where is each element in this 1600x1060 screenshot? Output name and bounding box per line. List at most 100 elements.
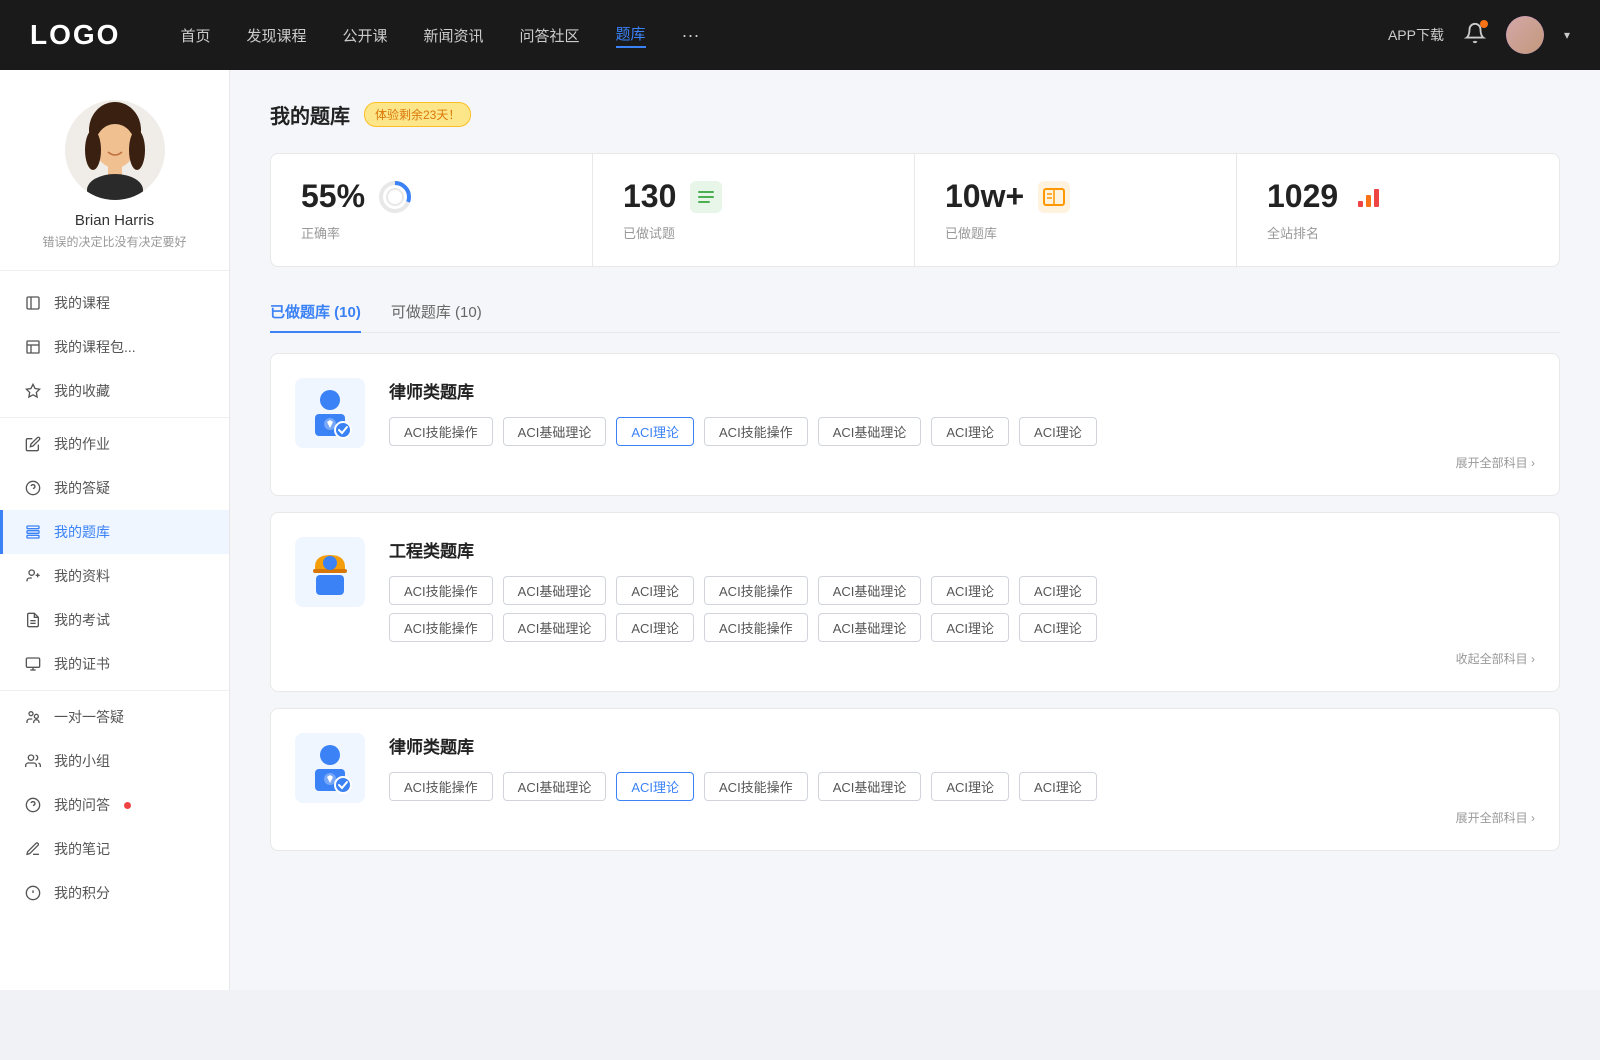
stat-value-banks: 10w+: [945, 178, 1024, 215]
tag-0-3[interactable]: ACI技能操作: [704, 417, 808, 446]
tag-1-r1-5[interactable]: ACI理论: [931, 576, 1009, 605]
tag-1-r1-1[interactable]: ACI基础理论: [503, 576, 607, 605]
tab-done[interactable]: 已做题库 (10): [270, 291, 361, 332]
sidebar-label: 我的考试: [54, 610, 110, 630]
page-header: 我的题库 体验剩余23天！: [270, 100, 1560, 129]
tag-0-6[interactable]: ACI理论: [1019, 417, 1097, 446]
expand-btn-0[interactable]: 展开全部科目 ›: [389, 454, 1535, 471]
stat-value-accuracy: 55%: [301, 178, 365, 215]
avatar[interactable]: [1506, 16, 1544, 54]
sidebar-item-notes[interactable]: 我的笔记: [0, 827, 229, 871]
page-title: 我的题库: [270, 100, 350, 129]
profile-name: Brian Harris: [75, 212, 154, 229]
notification-dot: [1480, 20, 1488, 28]
qbank-icon-lawyer-0: [295, 378, 365, 448]
notification-bell[interactable]: [1464, 22, 1486, 49]
tag-2-3[interactable]: ACI技能操作: [704, 772, 808, 801]
tag-1-r1-0[interactable]: ACI技能操作: [389, 576, 493, 605]
qbank-card-0: 律师类题库 ACI技能操作 ACI基础理论 ACI理论 ACI技能操作 ACI基…: [270, 353, 1560, 496]
tag-1-r2-6[interactable]: ACI理论: [1019, 613, 1097, 642]
sidebar-item-qbank[interactable]: 我的题库: [0, 510, 229, 554]
sidebar-label: 我的作业: [54, 434, 110, 454]
sidebar-item-my-qa[interactable]: 我的问答: [0, 783, 229, 827]
nav-opencourse[interactable]: 公开课: [342, 25, 387, 46]
collapse-btn-1[interactable]: 收起全部科目 ›: [389, 650, 1535, 667]
qbank-tags-row2-1: ACI技能操作 ACI基础理论 ACI理论 ACI技能操作 ACI基础理论 AC…: [389, 613, 1535, 642]
tag-2-4[interactable]: ACI基础理论: [818, 772, 922, 801]
tag-1-r2-0[interactable]: ACI技能操作: [389, 613, 493, 642]
profile-chevron-icon[interactable]: ▾: [1564, 28, 1570, 42]
sidebar-label: 我的题库: [54, 522, 110, 542]
sidebar-item-course-pack[interactable]: 我的课程包...: [0, 325, 229, 369]
nav-qa[interactable]: 问答社区: [520, 25, 580, 46]
qa-notification-dot: [124, 802, 131, 809]
tag-2-2[interactable]: ACI理论: [616, 772, 694, 801]
nav-news[interactable]: 新闻资讯: [424, 25, 484, 46]
nav-more[interactable]: ···: [682, 25, 700, 46]
sidebar-label: 我的资料: [54, 566, 110, 586]
tag-2-1[interactable]: ACI基础理论: [503, 772, 607, 801]
book-icon: [1036, 179, 1072, 215]
tag-1-r1-6[interactable]: ACI理论: [1019, 576, 1097, 605]
expand-btn-2[interactable]: 展开全部科目 ›: [389, 809, 1535, 826]
tab-available[interactable]: 可做题库 (10): [391, 291, 482, 332]
stats-row: 55% 正确率 130: [270, 153, 1560, 267]
stat-value-ranking: 1029: [1267, 178, 1338, 215]
stat-value-questions: 130: [623, 178, 676, 215]
nav-home[interactable]: 首页: [180, 25, 210, 46]
tag-2-0[interactable]: ACI技能操作: [389, 772, 493, 801]
avatar-svg: [65, 100, 165, 200]
bar-chart-icon: [1350, 179, 1386, 215]
sidebar-item-group[interactable]: 我的小组: [0, 739, 229, 783]
certificate-icon: [24, 655, 42, 673]
sidebar-divider-1: [0, 417, 229, 418]
qbank-tags-row1-1: ACI技能操作 ACI基础理论 ACI理论 ACI技能操作 ACI基础理论 AC…: [389, 576, 1535, 605]
sidebar-label: 我的课程包...: [54, 337, 136, 357]
tag-1-r2-1[interactable]: ACI基础理论: [503, 613, 607, 642]
qbank-tags-0: ACI技能操作 ACI基础理论 ACI理论 ACI技能操作 ACI基础理论 AC…: [389, 417, 1535, 446]
tag-0-2[interactable]: ACI理论: [616, 417, 694, 446]
tag-1-r2-2[interactable]: ACI理论: [616, 613, 694, 642]
stat-top-questions: 130: [623, 178, 884, 215]
qbank-tags-2: ACI技能操作 ACI基础理论 ACI理论 ACI技能操作 ACI基础理论 AC…: [389, 772, 1535, 801]
tag-1-r2-4[interactable]: ACI基础理论: [818, 613, 922, 642]
sidebar-item-material[interactable]: 我的资料: [0, 554, 229, 598]
sidebar-label: 我的问答: [54, 795, 110, 815]
sidebar-item-my-courses[interactable]: 我的课程: [0, 281, 229, 325]
sidebar-item-one-on-one[interactable]: 一对一答疑: [0, 695, 229, 739]
tag-0-4[interactable]: ACI基础理论: [818, 417, 922, 446]
tag-2-5[interactable]: ACI理论: [931, 772, 1009, 801]
sidebar-label: 我的证书: [54, 654, 110, 674]
tag-1-r1-2[interactable]: ACI理论: [616, 576, 694, 605]
star-icon: [24, 382, 42, 400]
tag-0-0[interactable]: ACI技能操作: [389, 417, 493, 446]
sidebar-label: 我的笔记: [54, 839, 110, 859]
sidebar-item-homework[interactable]: 我的作业: [0, 422, 229, 466]
tag-1-r2-3[interactable]: ACI技能操作: [704, 613, 808, 642]
stat-accuracy: 55% 正确率: [271, 154, 593, 266]
list-icon: [688, 179, 724, 215]
my-qa-icon: [24, 796, 42, 814]
homework-icon: [24, 435, 42, 453]
sidebar-item-exam[interactable]: 我的考试: [0, 598, 229, 642]
sidebar-item-points[interactable]: 我的积分: [0, 871, 229, 915]
nav-links: 首页 发现课程 公开课 新闻资讯 问答社区 题库 ···: [180, 23, 1388, 48]
sidebar-item-favorites[interactable]: 我的收藏: [0, 369, 229, 413]
sidebar-item-qa[interactable]: 我的答疑: [0, 466, 229, 510]
nav-qbank[interactable]: 题库: [616, 23, 646, 48]
stat-top-accuracy: 55%: [301, 178, 562, 215]
tag-1-r1-3[interactable]: ACI技能操作: [704, 576, 808, 605]
sidebar-item-certificate[interactable]: 我的证书: [0, 642, 229, 686]
tag-1-r1-4[interactable]: ACI基础理论: [818, 576, 922, 605]
qbank-content-0: 律师类题库 ACI技能操作 ACI基础理论 ACI理论 ACI技能操作 ACI基…: [389, 378, 1535, 471]
tag-1-r2-5[interactable]: ACI理论: [931, 613, 1009, 642]
stat-label-banks: 已做题库: [945, 223, 1206, 242]
tag-2-6[interactable]: ACI理论: [1019, 772, 1097, 801]
stat-ranking: 1029 全站排名: [1237, 154, 1559, 266]
app-download-btn[interactable]: APP下载: [1388, 25, 1444, 45]
main-content: 我的题库 体验剩余23天！ 55% 正确率: [230, 70, 1600, 990]
tag-0-1[interactable]: ACI基础理论: [503, 417, 607, 446]
tag-0-5[interactable]: ACI理论: [931, 417, 1009, 446]
nav-discover[interactable]: 发现课程: [246, 25, 306, 46]
pie-chart-icon: [377, 179, 413, 215]
